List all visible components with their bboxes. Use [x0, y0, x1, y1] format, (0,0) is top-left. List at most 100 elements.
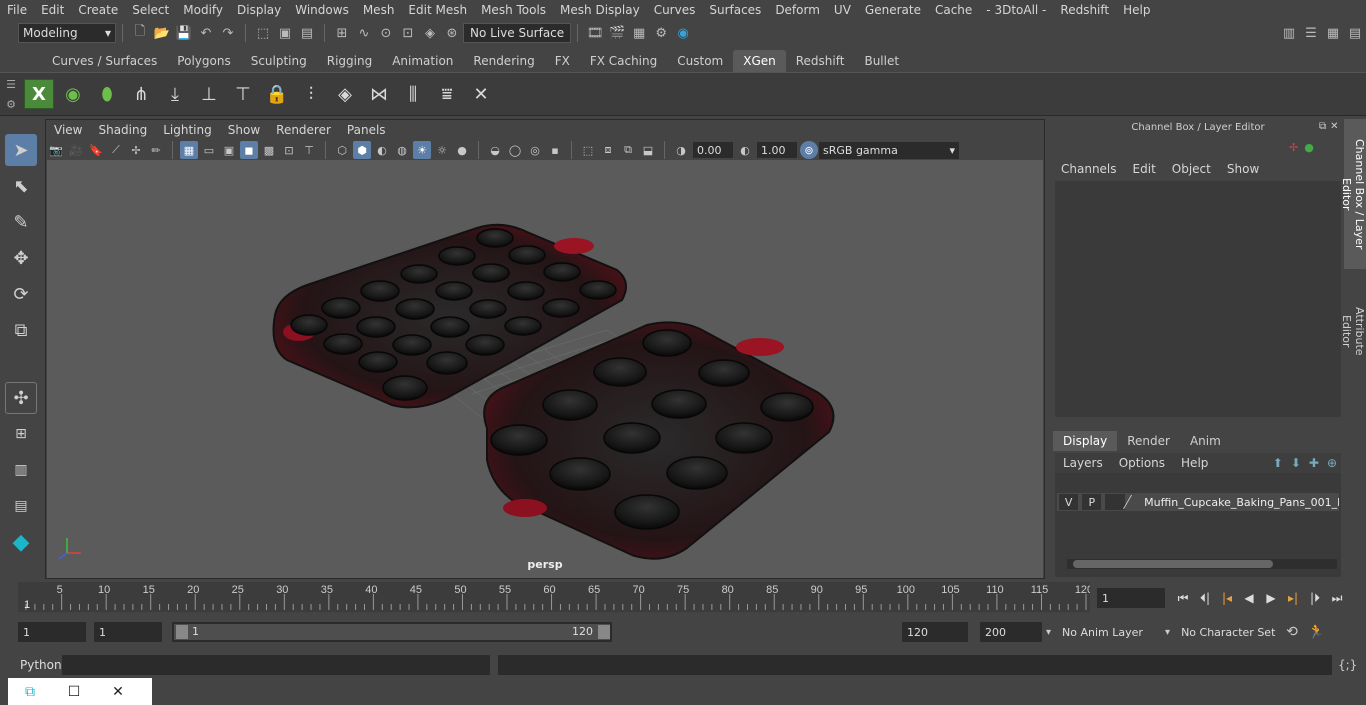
snap-curve-icon[interactable]: ∿	[354, 23, 374, 43]
undo-icon[interactable]: ↶	[196, 23, 216, 43]
viewport-menu-view[interactable]: View	[46, 123, 90, 137]
new-layer-icon[interactable]: ✚	[1309, 456, 1319, 470]
tab-curves-surfaces[interactable]: Curves / Surfaces	[42, 50, 168, 72]
layer-menu-options[interactable]: Options	[1111, 456, 1173, 470]
tab-render[interactable]: Render	[1117, 431, 1180, 451]
layer-color-swatch[interactable]	[1122, 495, 1145, 509]
hypershade-icon[interactable]: ◉	[673, 23, 693, 43]
tool-settings-toggle-icon[interactable]: ▦	[1323, 23, 1343, 43]
step-forward-icon[interactable]: |⏵	[1304, 588, 1326, 608]
playback-start-field[interactable]: 1	[94, 622, 162, 642]
current-frame-field[interactable]: 1	[1097, 588, 1167, 608]
snap-surface-icon[interactable]: ◈	[420, 23, 440, 43]
menu-help[interactable]: Help	[1116, 0, 1157, 20]
xray-active-icon[interactable]: ⧉	[619, 141, 637, 159]
maximize-icon[interactable]: ☐	[52, 678, 96, 705]
viewport-menu-shading[interactable]: Shading	[90, 123, 155, 137]
menu-mesh[interactable]: Mesh	[356, 0, 402, 20]
step-back-icon[interactable]: ⏴|	[1194, 588, 1216, 608]
safe-action-icon[interactable]: ⊡	[280, 141, 298, 159]
density-icon[interactable]: ◈	[330, 79, 360, 109]
new-scene-icon[interactable]: 🗋	[130, 23, 150, 43]
tab-rigging[interactable]: Rigging	[316, 50, 383, 72]
select-hierarchy-icon[interactable]: ⬚	[253, 23, 273, 43]
2d-pan-icon[interactable]: ✢	[127, 141, 145, 159]
redo-icon[interactable]: ↷	[218, 23, 238, 43]
render-view-icon[interactable]: 🎞	[585, 23, 605, 43]
menu-uv[interactable]: UV	[827, 0, 858, 20]
viewport-menu-lighting[interactable]: Lighting	[155, 123, 220, 137]
step-back-key-icon[interactable]: |◂	[1216, 588, 1238, 608]
close-icon[interactable]: ✕	[96, 678, 140, 705]
tab-xgen[interactable]: XGen	[733, 50, 786, 72]
gamma-field[interactable]: 1.00	[757, 142, 797, 158]
exposure-field[interactable]: 0.00	[693, 142, 733, 158]
menu-edit-mesh[interactable]: Edit Mesh	[401, 0, 474, 20]
viewport-3d[interactable]: persp	[47, 160, 1043, 578]
menu-display[interactable]: Display	[230, 0, 288, 20]
key-icon[interactable]: ●	[1304, 141, 1314, 154]
cut-guide-icon[interactable]: ⋈	[364, 79, 394, 109]
select-tool-icon[interactable]: ➤	[5, 134, 37, 166]
grid-icon[interactable]: ▦	[180, 141, 198, 159]
gear-icon[interactable]: ⚙	[6, 98, 16, 111]
field-chart-icon[interactable]: ▩	[260, 141, 278, 159]
tab-anim[interactable]: Anim	[1180, 431, 1231, 451]
menu-modify[interactable]: Modify	[176, 0, 230, 20]
workspace-icon[interactable]: ▥	[1279, 23, 1299, 43]
color-management-icon[interactable]: ⊚	[800, 141, 818, 159]
play-backward-icon[interactable]: ◀	[1238, 588, 1260, 608]
menu-cache[interactable]: Cache	[928, 0, 979, 20]
guide-curve-icon[interactable]: ⫶	[296, 79, 326, 109]
channel-box-content[interactable]	[1055, 181, 1341, 417]
resolution-gate-icon[interactable]: ▣	[220, 141, 238, 159]
snap-view-icon[interactable]: ⊡	[398, 23, 418, 43]
script-editor-icon[interactable]: {;}	[1338, 658, 1357, 672]
scrollbar-thumb[interactable]	[1073, 560, 1273, 568]
character-set-select[interactable]: No Character Set	[1176, 622, 1277, 642]
isolate-select-icon[interactable]: ▪	[546, 141, 564, 159]
backface-icon[interactable]: ⬓	[639, 141, 657, 159]
xgen-guide-icon[interactable]: ⬮	[92, 79, 122, 109]
step-forward-key-icon[interactable]: ▸|	[1282, 588, 1304, 608]
snap-live-icon[interactable]: ⊛	[442, 23, 462, 43]
shelf-options[interactable]: ☰ ⚙	[0, 74, 22, 114]
chevron-down-icon[interactable]: ▾	[1165, 627, 1170, 638]
menu-file[interactable]: File	[0, 0, 34, 20]
tab-sculpting[interactable]: Sculpting	[240, 50, 317, 72]
viewport-menu-panels[interactable]: Panels	[339, 123, 394, 137]
paint-select-tool-icon[interactable]: ✎	[5, 206, 37, 238]
comb-icon[interactable]: ⫼	[398, 79, 428, 109]
menu-mesh-display[interactable]: Mesh Display	[553, 0, 647, 20]
menu-3dtoall[interactable]: - 3DtoAll -	[979, 0, 1053, 20]
viewport-menu-renderer[interactable]: Renderer	[268, 123, 339, 137]
move-layer-up-icon[interactable]: ⬆	[1273, 456, 1283, 470]
gamma-icon[interactable]: ◐	[736, 141, 754, 159]
menu-surfaces[interactable]: Surfaces	[702, 0, 768, 20]
menu-deform[interactable]: Deform	[768, 0, 827, 20]
image-plane-icon[interactable]: ⟋	[107, 141, 125, 159]
restore-icon[interactable]: ⧉	[8, 678, 52, 705]
tab-animation[interactable]: Animation	[382, 50, 464, 72]
menu-edit[interactable]: Edit	[34, 0, 71, 20]
tab-attribute-editor[interactable]: Attribute Editor	[1340, 281, 1366, 381]
color-space-select[interactable]: sRGB gamma ▾	[819, 141, 959, 159]
menu-create[interactable]: Create	[71, 0, 125, 20]
use-lights-icon[interactable]: ☀	[413, 141, 431, 159]
go-to-end-icon[interactable]: ⏭	[1326, 588, 1348, 608]
add-guide-icon[interactable]: ⋔	[126, 79, 156, 109]
time-slider[interactable]: 5 10 15 20 25 30 35 40 45 50 55 60 65 70 75 80 85 90 95 100…	[18, 582, 1093, 612]
wireframe-icon[interactable]: ⬡	[333, 141, 351, 159]
go-to-start-icon[interactable]: ⏮	[1172, 588, 1194, 608]
menu-select[interactable]: Select	[125, 0, 176, 20]
place-guide-icon[interactable]: ⤓	[160, 79, 190, 109]
anim-preferences-icon[interactable]: ⟲	[1286, 624, 1298, 640]
play-forward-icon[interactable]: ▶	[1260, 588, 1282, 608]
interactive-groom-icon[interactable]: ✕	[466, 79, 496, 109]
channel-menu-object[interactable]: Object	[1164, 162, 1219, 176]
xgen-preview-icon[interactable]: ◉	[58, 79, 88, 109]
ipr-render-icon[interactable]: ▦	[629, 23, 649, 43]
tab-bullet[interactable]: Bullet	[854, 50, 910, 72]
anim-layer-select[interactable]: No Anim Layer	[1057, 622, 1158, 642]
lock-guide-icon[interactable]: 🔒	[262, 79, 292, 109]
